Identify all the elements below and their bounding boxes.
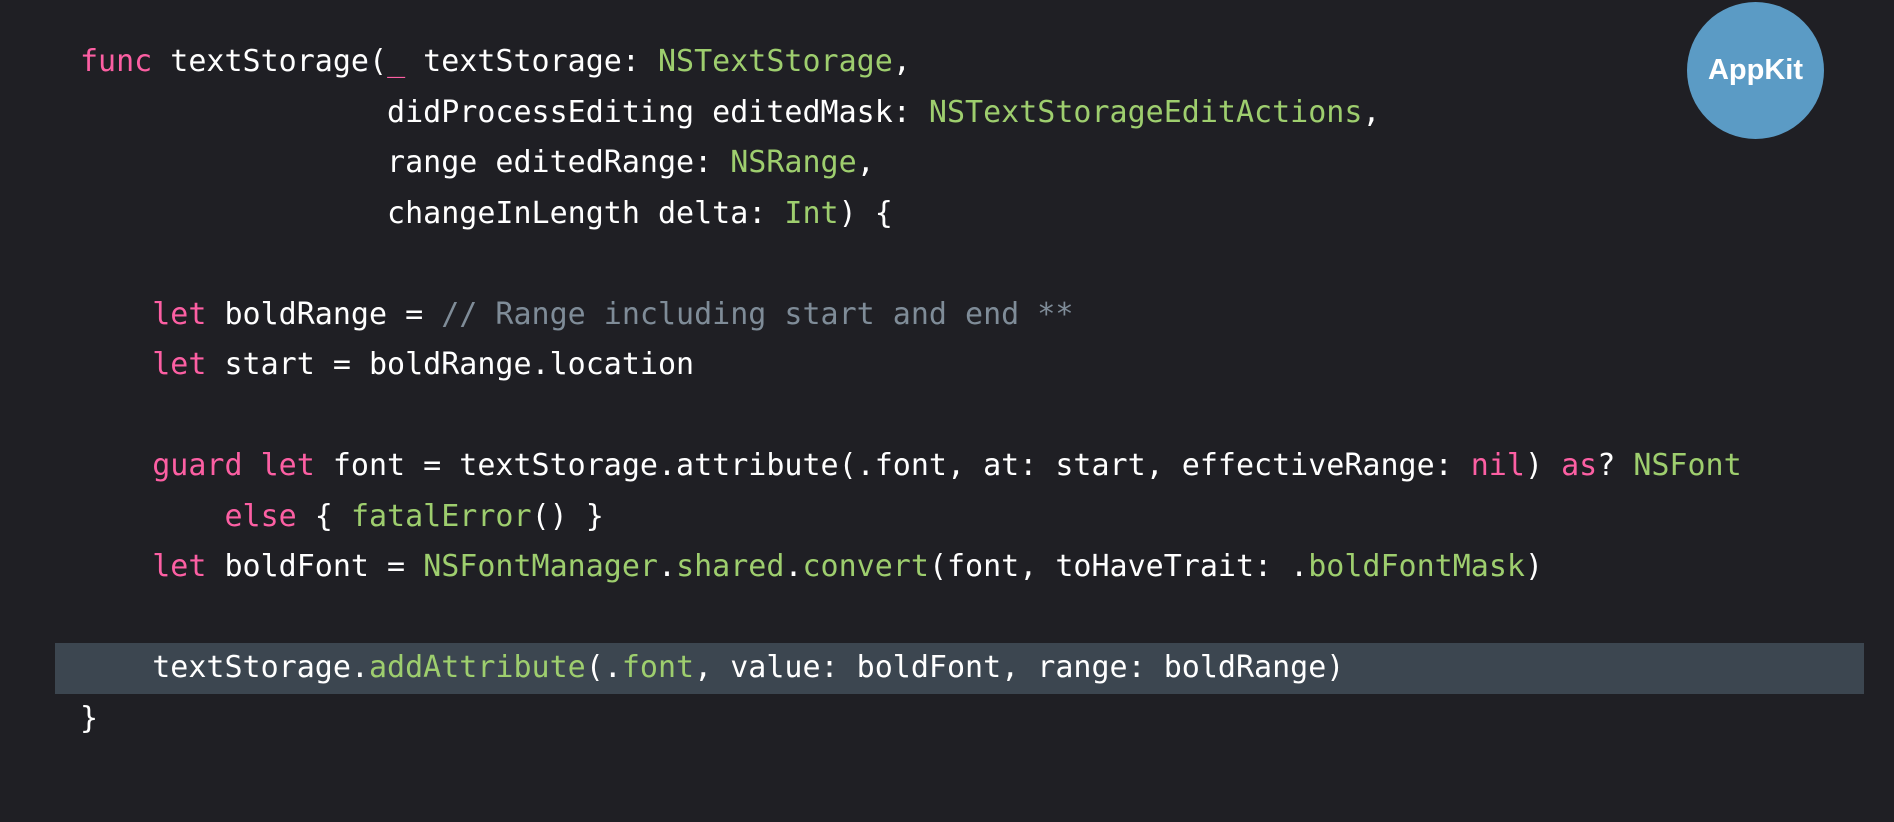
code-token: _ xyxy=(387,44,406,79)
code-line: let boldFont = NSFontManager.shared.conv… xyxy=(0,542,1894,593)
code-token: NSFontManager xyxy=(423,549,658,584)
code-token: boldRange = xyxy=(206,296,442,332)
code-token: as xyxy=(1561,448,1598,483)
code-token: guard xyxy=(152,448,243,483)
code-token: boldFont = xyxy=(206,549,424,584)
code-token: textStorage. xyxy=(80,650,369,685)
code-line: changeInLength delta: Int) { xyxy=(0,189,1894,240)
code-token: ) xyxy=(1524,549,1544,584)
code-token: shared xyxy=(676,549,785,584)
code-token: . xyxy=(658,549,677,584)
code-token: // Range including start and end ** xyxy=(441,296,1074,332)
code-token: let xyxy=(152,549,207,584)
code-token: font = textStorage.attribute(.font, at: … xyxy=(314,448,1471,483)
code-token: addAttribute xyxy=(368,650,586,685)
code-token: (. xyxy=(585,650,622,685)
code-line: didProcessEditing editedMask: NSTextStor… xyxy=(0,88,1894,139)
code-token: Int xyxy=(784,195,839,231)
code-token: let xyxy=(152,296,207,332)
code-token: textStorage: xyxy=(405,44,658,79)
code-line: else { fatalError() } xyxy=(0,492,1894,543)
appkit-badge: AppKit xyxy=(1687,2,1824,139)
code-token: changeInLength delta: xyxy=(80,195,785,231)
code-token: func xyxy=(80,44,153,79)
code-token: ) { xyxy=(838,195,893,231)
code-token: , value: boldFont, range: boldRange) xyxy=(694,650,1345,685)
code-token: , xyxy=(1362,94,1381,130)
code-token: , xyxy=(856,145,875,180)
code-line-highlighted: textStorage.addAttribute(.font, value: b… xyxy=(55,643,1864,694)
code-slide: func textStorage(_ textStorage: NSTextSt… xyxy=(0,0,1894,822)
code-token: NSTextStorageEditActions xyxy=(928,94,1363,130)
code-line: func textStorage(_ textStorage: NSTextSt… xyxy=(0,37,1894,88)
code-line: range editedRange: NSRange, xyxy=(0,138,1894,189)
code-token: start = boldRange.location xyxy=(206,347,695,382)
code-token: } xyxy=(80,700,99,736)
code-line: let boldRange = // Range including start… xyxy=(0,290,1894,341)
code-token: ) xyxy=(1524,448,1562,483)
code-token: let xyxy=(260,448,315,483)
code-token: , xyxy=(892,44,911,79)
code-token: let xyxy=(152,347,207,382)
code-line: } xyxy=(0,694,1894,745)
code-token: () } xyxy=(531,498,604,534)
code-line: guard let font = textStorage.attribute(.… xyxy=(0,441,1894,492)
code-token: else xyxy=(224,498,297,534)
badge-label: AppKit xyxy=(1707,54,1804,86)
code-token: NSRange xyxy=(730,145,857,180)
code-token: convert xyxy=(802,549,929,584)
code-token: font xyxy=(621,650,695,685)
code-token: NSFont xyxy=(1633,448,1742,483)
code-token: boldFontMask xyxy=(1308,549,1525,584)
code-token: nil xyxy=(1470,448,1525,483)
code-block: func textStorage(_ textStorage: NSTextSt… xyxy=(0,37,1894,744)
code-token: didProcessEditing editedMask: xyxy=(80,94,929,130)
code-token: range editedRange: xyxy=(80,145,731,180)
code-token: textStorage( xyxy=(152,44,388,79)
code-line: let start = boldRange.location xyxy=(0,340,1894,391)
code-token: NSTextStorage xyxy=(658,44,893,79)
code-token: . xyxy=(784,549,803,584)
code-token: ? xyxy=(1597,448,1634,483)
code-token: (font, toHaveTrait: . xyxy=(928,549,1309,584)
code-token: { xyxy=(296,498,351,534)
code-token: fatalError xyxy=(350,498,532,534)
